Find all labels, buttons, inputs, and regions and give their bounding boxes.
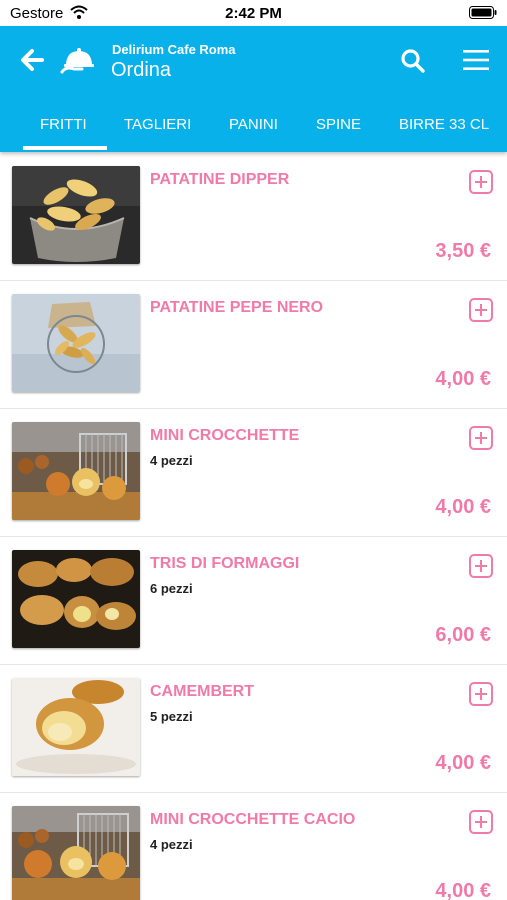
product-image bbox=[12, 294, 140, 392]
add-icon[interactable] bbox=[469, 554, 493, 578]
tab-panini[interactable]: PANINI bbox=[229, 116, 278, 133]
product-image bbox=[12, 806, 140, 900]
product-list: PATATINE DIPPER 3,50 € PATATINE PEPE NER… bbox=[0, 152, 507, 900]
product-description: 4 pezzi bbox=[150, 837, 193, 852]
product-description: 5 pezzi bbox=[150, 709, 193, 724]
product-name: MINI CROCCHETTE CACIO bbox=[150, 811, 356, 828]
product-name: PATATINE DIPPER bbox=[150, 171, 290, 188]
active-tab-indicator bbox=[23, 146, 107, 150]
product-image bbox=[12, 166, 140, 264]
product-description: 6 pezzi bbox=[150, 581, 193, 596]
battery-icon bbox=[469, 6, 497, 19]
product-image bbox=[12, 422, 140, 520]
add-icon[interactable] bbox=[469, 426, 493, 450]
product-price: 4,00 € bbox=[435, 496, 491, 518]
product-price: 4,00 € bbox=[435, 880, 491, 900]
product-name: TRIS DI FORMAGGI bbox=[150, 555, 300, 572]
back-arrow-icon[interactable] bbox=[18, 46, 46, 74]
product-name: MINI CROCCHETTE bbox=[150, 427, 300, 444]
list-item[interactable]: MINI CROCCHETTE 4 pezzi 4,00 € bbox=[0, 408, 507, 537]
list-item[interactable]: PATATINE PEPE NERO 4,00 € bbox=[0, 280, 507, 409]
add-icon[interactable] bbox=[469, 810, 493, 834]
app-header: Delirium Cafe Roma Ordina FRITTI TAGLIER… bbox=[0, 26, 507, 152]
hamburger-menu-icon[interactable] bbox=[462, 48, 490, 72]
page-title: Ordina bbox=[111, 59, 172, 81]
tab-taglieri[interactable]: TAGLIERI bbox=[124, 116, 191, 133]
product-description: 4 pezzi bbox=[150, 453, 193, 468]
product-price: 4,00 € bbox=[435, 752, 491, 774]
status-bar: Gestore 2:42 PM bbox=[0, 0, 507, 26]
restaurant-name: Delirium Cafe Roma bbox=[112, 42, 236, 57]
add-icon[interactable] bbox=[469, 682, 493, 706]
product-price: 4,00 € bbox=[435, 368, 491, 390]
product-name: PATATINE PEPE NERO bbox=[150, 299, 324, 316]
list-item[interactable]: PATATINE DIPPER 3,50 € bbox=[0, 152, 507, 281]
product-name: CAMEMBERT bbox=[150, 683, 254, 700]
tab-birre-33-cl[interactable]: BIRRE 33 CL bbox=[399, 116, 489, 133]
product-price: 3,50 € bbox=[435, 240, 491, 262]
cloche-logo-icon bbox=[60, 48, 94, 74]
list-item[interactable]: MINI CROCCHETTE CACIO 4 pezzi 4,00 € bbox=[0, 792, 507, 900]
add-icon[interactable] bbox=[469, 170, 493, 194]
product-image bbox=[12, 550, 140, 648]
list-item[interactable]: CAMEMBERT 5 pezzi 4,00 € bbox=[0, 664, 507, 793]
product-image bbox=[12, 678, 140, 776]
tab-fritti[interactable]: FRITTI bbox=[40, 116, 87, 133]
status-time: 2:42 PM bbox=[225, 5, 282, 22]
search-icon[interactable] bbox=[400, 48, 426, 74]
add-icon[interactable] bbox=[469, 298, 493, 322]
product-price: 6,00 € bbox=[435, 624, 491, 646]
list-item[interactable]: TRIS DI FORMAGGI 6 pezzi 6,00 € bbox=[0, 536, 507, 665]
tab-spine[interactable]: SPINE bbox=[316, 116, 361, 133]
